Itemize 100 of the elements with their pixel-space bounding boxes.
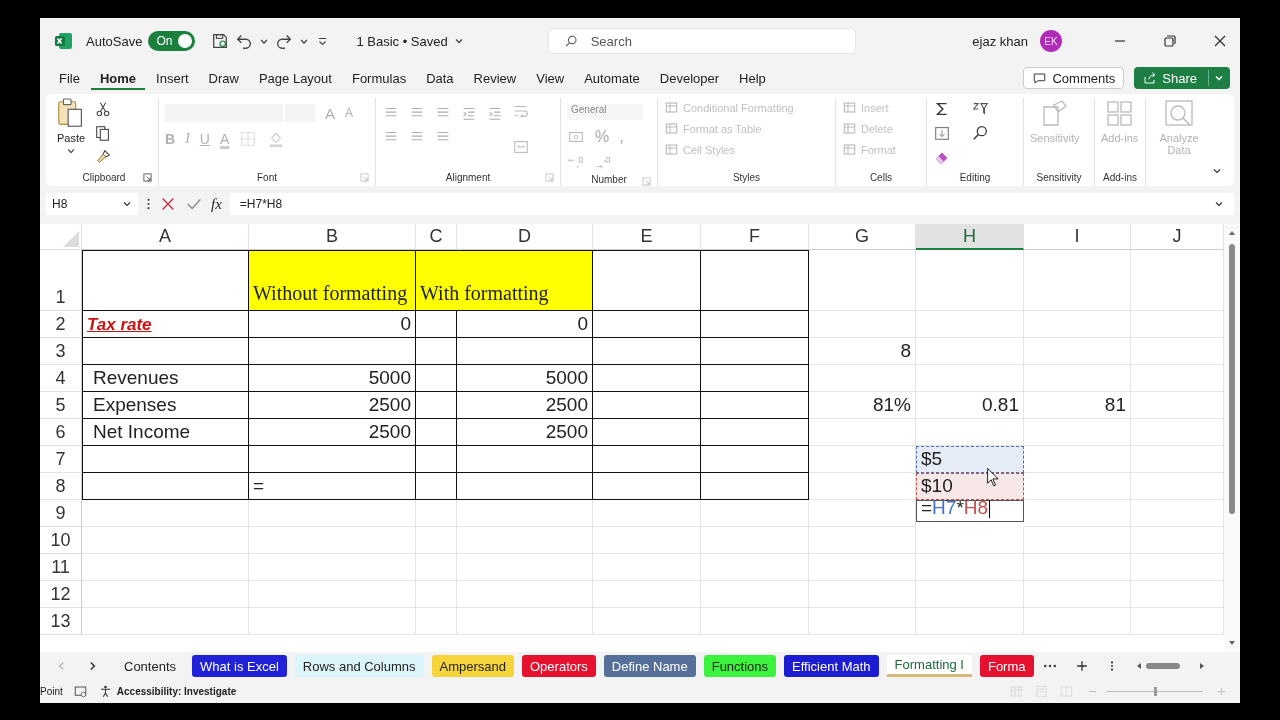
ribbon-tab[interactable]: Help bbox=[730, 66, 775, 90]
row-header[interactable]: 11 bbox=[40, 554, 82, 581]
column-header[interactable]: I bbox=[1024, 224, 1131, 250]
row-header[interactable]: 1 bbox=[40, 250, 82, 311]
sheet-tab[interactable]: Efficient Math bbox=[784, 655, 879, 677]
empty-cell bbox=[416, 392, 457, 419]
share-icon bbox=[1142, 70, 1158, 86]
group-label: Sensitivity bbox=[1036, 171, 1082, 183]
table-cell: 2500 bbox=[457, 392, 593, 419]
excel-logo-icon bbox=[54, 31, 74, 51]
comments-button[interactable]: Comments bbox=[1023, 67, 1125, 89]
table-cell: 2500 bbox=[249, 392, 416, 419]
row-header[interactable]: 9 bbox=[40, 500, 82, 527]
cell-editor[interactable]: =H7*H8 bbox=[916, 500, 1024, 522]
caret-icon[interactable] bbox=[453, 36, 464, 46]
scrollbar-thumb[interactable] bbox=[1229, 244, 1235, 514]
add-sheet-icon[interactable] bbox=[1075, 660, 1088, 672]
search-icon[interactable] bbox=[971, 124, 989, 142]
comment-icon bbox=[1032, 70, 1048, 86]
column-header[interactable]: F bbox=[701, 224, 809, 250]
document-title[interactable]: 1 Basic • Saved bbox=[356, 33, 448, 49]
sheet-tab[interactable]: Define Name bbox=[603, 655, 696, 677]
ribbon-tab[interactable]: Home bbox=[90, 66, 146, 90]
table-cell: $5 bbox=[916, 446, 1024, 473]
table-cell: With formatting bbox=[416, 250, 593, 311]
group-label: Font bbox=[257, 171, 277, 183]
merge-icon[interactable] bbox=[512, 138, 530, 156]
row-header[interactable]: 6 bbox=[40, 419, 82, 446]
ribbon-tab[interactable]: Developer bbox=[650, 66, 729, 90]
empty-cell bbox=[416, 365, 457, 392]
sheet-tab[interactable]: Formatting I bbox=[886, 655, 972, 677]
ribbon-tab[interactable]: View bbox=[527, 66, 574, 90]
search-icon bbox=[563, 34, 579, 49]
sheet-tab[interactable]: Rows and Columns bbox=[294, 655, 424, 677]
slider-thumb[interactable] bbox=[1154, 687, 1157, 696]
sheet-tab[interactable]: Functions bbox=[703, 655, 777, 677]
macro-record-icon[interactable] bbox=[72, 684, 88, 699]
sheet-tab[interactable]: What is Excel bbox=[192, 655, 287, 677]
caret-icon[interactable] bbox=[1214, 73, 1224, 83]
number-format-dropdown[interactable]: General bbox=[567, 104, 643, 120]
accessibility-status[interactable]: Accessibility: Investigate bbox=[116, 686, 237, 697]
table-cell: 0.81 bbox=[916, 392, 1024, 419]
undo-icon[interactable] bbox=[235, 32, 254, 50]
column-header[interactable]: H bbox=[916, 224, 1024, 250]
cut-icon[interactable] bbox=[94, 100, 112, 118]
status-mode: Point bbox=[40, 686, 63, 697]
sheet-tab[interactable]: Operators bbox=[522, 655, 596, 677]
ribbon-tab[interactable]: File bbox=[50, 66, 89, 90]
row-header[interactable]: 7 bbox=[40, 446, 82, 473]
row-header[interactable]: 13 bbox=[40, 608, 82, 635]
row-header[interactable]: 12 bbox=[40, 581, 82, 608]
column-header[interactable]: A bbox=[82, 224, 249, 250]
ribbon-tab[interactable]: Review bbox=[464, 66, 526, 90]
formula-field[interactable]: =H7*H8 bbox=[229, 193, 1234, 215]
collapse-ribbon-icon[interactable] bbox=[1212, 166, 1222, 176]
expand-icon[interactable] bbox=[1214, 199, 1224, 209]
vertical-scrollbar[interactable] bbox=[1224, 224, 1240, 652]
brush-icon[interactable] bbox=[94, 148, 112, 166]
row-header[interactable]: 10 bbox=[40, 527, 82, 554]
redo-icon[interactable] bbox=[275, 32, 294, 50]
sheet-tab[interactable]: Forma bbox=[979, 655, 1034, 677]
avatar[interactable]: EK bbox=[1040, 30, 1062, 52]
caret-icon bbox=[122, 199, 132, 209]
sheet-tab[interactable]: Contents bbox=[116, 655, 185, 677]
autosave-label: AutoSave bbox=[86, 33, 143, 49]
more-icon[interactable] bbox=[146, 197, 151, 211]
ribbon-tab[interactable]: Automate bbox=[575, 66, 649, 90]
row-header[interactable]: 4 bbox=[40, 365, 82, 392]
fill-icon[interactable] bbox=[933, 124, 951, 142]
table-cell: Without formatting bbox=[249, 250, 416, 311]
horizontal-scrollbar[interactable] bbox=[1135, 661, 1206, 671]
ribbon-tab[interactable]: Data bbox=[417, 66, 463, 90]
table-cell: 81 bbox=[1024, 392, 1131, 419]
table-cell: 2500 bbox=[457, 419, 593, 446]
caret-icon bbox=[66, 146, 76, 156]
empty-cell bbox=[416, 554, 457, 581]
row-header[interactable]: 5 bbox=[40, 392, 82, 419]
ribbon-tab[interactable]: Formulas bbox=[342, 66, 416, 90]
table-icon bbox=[842, 100, 857, 115]
save-icon[interactable] bbox=[211, 32, 230, 50]
sheet-tab[interactable]: Ampersand bbox=[431, 655, 514, 677]
ribbon-tab[interactable]: Page Layout bbox=[249, 66, 341, 90]
insert-function-button[interactable]: fx bbox=[211, 195, 222, 213]
name-box[interactable]: H8 bbox=[46, 193, 138, 215]
row-header[interactable]: 3 bbox=[40, 338, 82, 365]
ribbon-tab[interactable]: Draw bbox=[199, 66, 248, 90]
empty-cell bbox=[416, 527, 457, 554]
table-cell: Revenues bbox=[82, 365, 249, 392]
autosave-toggle[interactable]: On bbox=[148, 31, 196, 51]
paste-button[interactable]: Paste bbox=[56, 98, 86, 156]
copy-icon[interactable] bbox=[94, 124, 112, 142]
launcher-icon[interactable] bbox=[143, 173, 152, 182]
ribbon-tab[interactable]: Insert bbox=[147, 66, 198, 90]
column-header[interactable]: E bbox=[593, 224, 701, 250]
row-header[interactable]: 8 bbox=[40, 473, 82, 500]
empty-cell bbox=[416, 473, 457, 500]
search-field[interactable]: Search bbox=[547, 28, 856, 54]
share-button[interactable]: Share bbox=[1134, 67, 1230, 89]
row-header[interactable]: 2 bbox=[40, 311, 82, 338]
group-label: Number bbox=[591, 173, 627, 185]
